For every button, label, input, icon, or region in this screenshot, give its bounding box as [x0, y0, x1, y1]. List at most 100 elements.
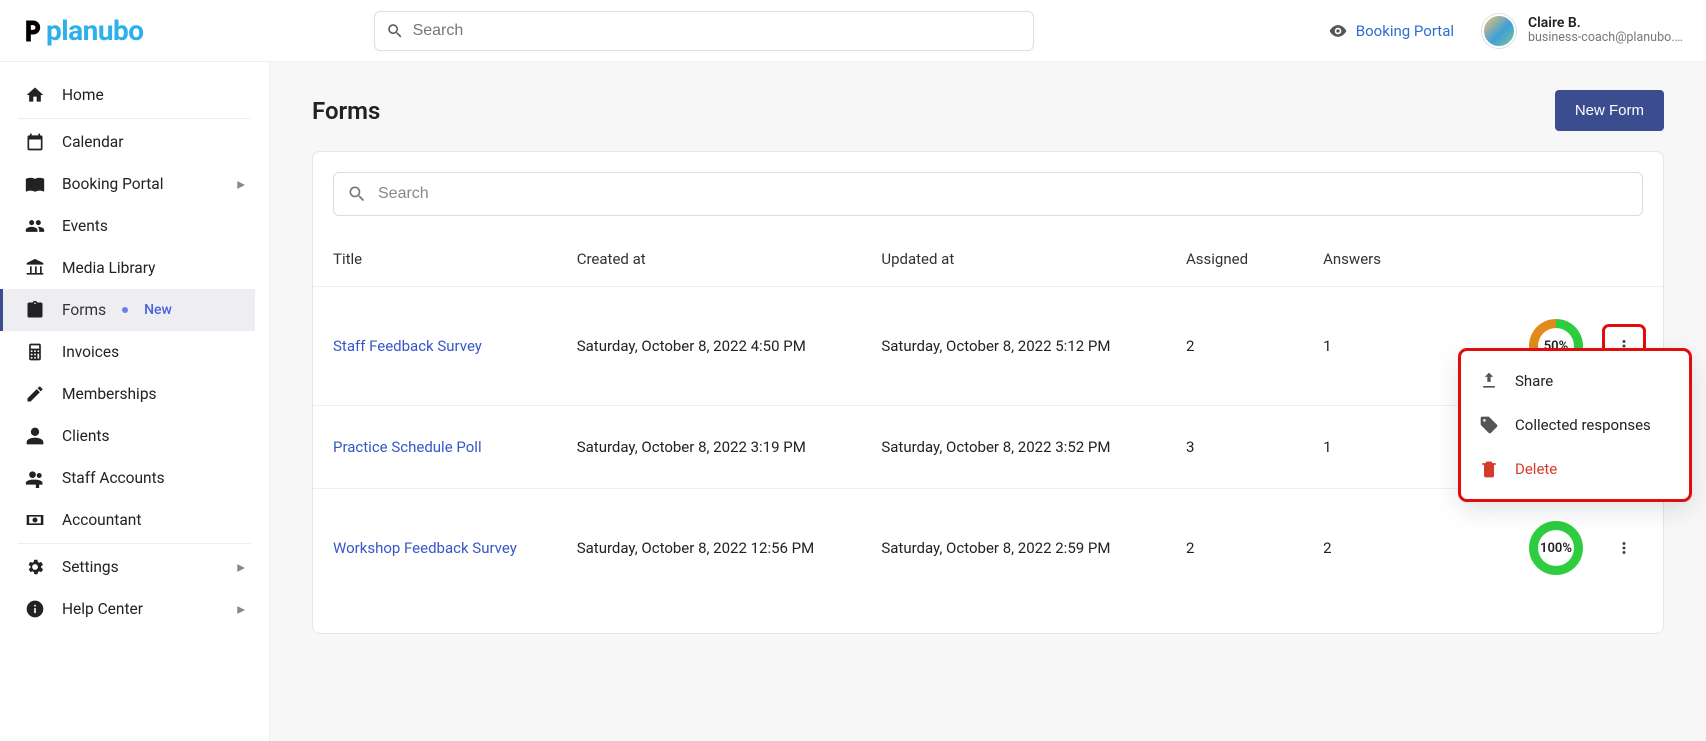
staff-icon — [24, 468, 46, 488]
global-search — [374, 11, 1034, 51]
edit-icon — [24, 384, 46, 404]
book-icon — [24, 174, 46, 194]
cell-updated: Saturday, October 8, 2022 3:52 PM — [881, 438, 1186, 456]
booking-portal-label: Booking Portal — [1356, 22, 1454, 40]
clipboard-icon — [24, 300, 46, 320]
home-icon — [24, 85, 46, 105]
sidebar-item-label: Booking Portal — [62, 175, 164, 193]
logo-mark-icon — [18, 17, 46, 45]
col-answers: Answers — [1323, 250, 1460, 268]
eye-icon — [1328, 21, 1348, 41]
user-name: Claire B. — [1528, 15, 1688, 31]
sidebar-item-label: Memberships — [62, 385, 157, 403]
cell-updated: Saturday, October 8, 2022 2:59 PM — [881, 539, 1186, 557]
cell-assigned: 2 — [1186, 539, 1323, 557]
cell-created: Saturday, October 8, 2022 12:56 PM — [577, 539, 882, 557]
sidebar-item-media-library[interactable]: Media Library — [14, 247, 255, 289]
user-email: business-coach@planubo.c... — [1528, 31, 1688, 45]
cell-updated: Saturday, October 8, 2022 5:12 PM — [881, 337, 1186, 355]
sidebar-item-forms[interactable]: Forms New — [0, 289, 255, 331]
sidebar-item-label: Calendar — [62, 133, 124, 151]
sidebar-item-label: Forms — [62, 301, 106, 319]
sidebar-item-label: Events — [62, 217, 108, 235]
table-row: Workshop Feedback Survey Saturday, Octob… — [313, 489, 1663, 607]
menu-collected-label: Collected responses — [1515, 416, 1651, 434]
sidebar-item-label: Home — [62, 86, 104, 104]
sidebar-item-help-center[interactable]: Help Center ▸ — [14, 588, 255, 630]
menu-collected-responses[interactable]: Collected responses — [1461, 403, 1689, 447]
chevron-right-icon: ▸ — [237, 600, 245, 618]
cell-created: Saturday, October 8, 2022 4:50 PM — [577, 337, 882, 355]
search-icon — [347, 184, 367, 204]
sidebar-item-memberships[interactable]: Memberships — [14, 373, 255, 415]
sidebar-item-home[interactable]: Home — [14, 74, 255, 116]
sidebar-item-label: Accountant — [62, 511, 141, 529]
calendar-icon — [24, 132, 46, 152]
table-row: Staff Feedback Survey Saturday, October … — [313, 287, 1663, 406]
trash-icon — [1479, 459, 1499, 479]
logo-text: planubo — [46, 14, 144, 47]
sidebar-item-booking-portal[interactable]: Booking Portal ▸ — [14, 163, 255, 205]
row-actions-button[interactable] — [1605, 529, 1643, 567]
new-dot-icon — [122, 307, 128, 313]
col-updated: Updated at — [881, 250, 1186, 268]
cell-answers: 1 — [1323, 438, 1460, 456]
cell-answers: 1 — [1323, 337, 1460, 355]
main-content: Forms New Form Title Created at Updated … — [270, 62, 1706, 741]
col-title: Title — [333, 250, 577, 268]
library-icon — [24, 258, 46, 278]
sidebar-item-label: Media Library — [62, 259, 155, 277]
forms-card: Title Created at Updated at Assigned Ans… — [312, 151, 1664, 634]
form-title-link[interactable]: Practice Schedule Poll — [333, 438, 482, 456]
col-created: Created at — [577, 250, 882, 268]
sidebar-item-events[interactable]: Events — [14, 205, 255, 247]
logo[interactable]: planubo — [18, 14, 144, 47]
cell-answers: 2 — [1323, 539, 1460, 557]
cell-created: Saturday, October 8, 2022 3:19 PM — [577, 438, 882, 456]
sidebar-item-label: Settings — [62, 558, 119, 576]
share-icon — [1479, 371, 1499, 391]
chevron-right-icon: ▸ — [237, 175, 245, 193]
people-icon — [24, 216, 46, 236]
cash-icon — [24, 510, 46, 530]
chevron-right-icon: ▸ — [237, 558, 245, 576]
sidebar-item-settings[interactable]: Settings ▸ — [14, 546, 255, 588]
new-badge: New — [144, 302, 172, 318]
tag-icon — [1479, 415, 1499, 435]
table-header: Title Created at Updated at Assigned Ans… — [313, 226, 1663, 287]
sidebar: Home Calendar Booking Portal ▸ Events Me… — [0, 62, 270, 741]
list-search-input[interactable] — [333, 172, 1643, 216]
forms-table: Title Created at Updated at Assigned Ans… — [313, 226, 1663, 607]
sidebar-item-invoices[interactable]: Invoices — [14, 331, 255, 373]
person-icon — [24, 426, 46, 446]
menu-share-label: Share — [1515, 372, 1553, 390]
sidebar-item-label: Invoices — [62, 343, 119, 361]
search-icon — [386, 22, 404, 40]
completion-ring: 100% — [1529, 521, 1583, 575]
more-vert-icon — [1615, 539, 1633, 557]
menu-delete[interactable]: Delete — [1461, 447, 1689, 491]
user-menu[interactable]: Claire B. business-coach@planubo.c... — [1482, 14, 1688, 48]
sidebar-item-staff-accounts[interactable]: Staff Accounts — [14, 457, 255, 499]
booking-portal-link[interactable]: Booking Portal — [1328, 21, 1454, 41]
cell-assigned: 2 — [1186, 337, 1323, 355]
cell-assigned: 3 — [1186, 438, 1323, 456]
col-assigned: Assigned — [1186, 250, 1323, 268]
gear-icon — [24, 557, 46, 577]
sidebar-item-label: Help Center — [62, 600, 143, 618]
sidebar-item-calendar[interactable]: Calendar — [14, 121, 255, 163]
new-form-button[interactable]: New Form — [1555, 90, 1664, 131]
page-title: Forms — [312, 97, 380, 125]
global-search-input[interactable] — [374, 11, 1034, 51]
avatar — [1482, 14, 1516, 48]
form-title-link[interactable]: Workshop Feedback Survey — [333, 539, 517, 557]
sidebar-item-clients[interactable]: Clients — [14, 415, 255, 457]
menu-share[interactable]: Share — [1461, 359, 1689, 403]
menu-delete-label: Delete — [1515, 460, 1557, 478]
sidebar-item-label: Clients — [62, 427, 109, 445]
list-search — [333, 172, 1643, 216]
sidebar-item-label: Staff Accounts — [62, 469, 165, 487]
sidebar-item-accountant[interactable]: Accountant — [14, 499, 255, 541]
topbar: planubo Booking Portal Claire B. busines… — [0, 0, 1706, 62]
form-title-link[interactable]: Staff Feedback Survey — [333, 337, 482, 355]
